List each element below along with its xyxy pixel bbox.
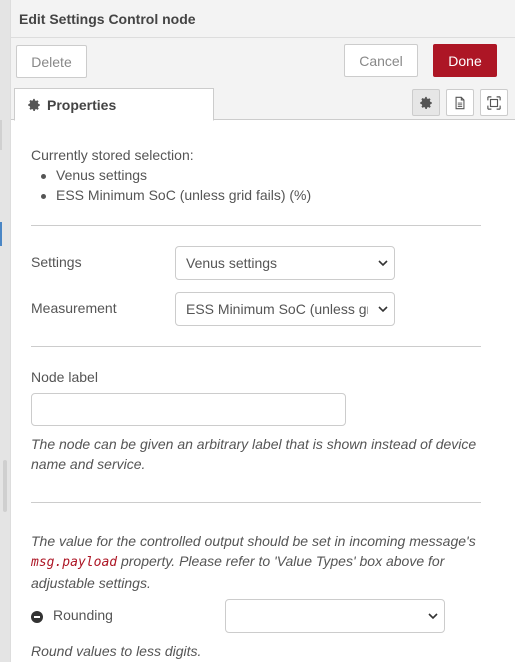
msg-payload-code: msg.payload <box>31 555 118 570</box>
gear-icon <box>420 96 432 109</box>
chevron-down-icon <box>428 613 438 620</box>
gear-icon <box>28 98 40 111</box>
settings-label: Settings <box>31 254 82 270</box>
tab-bar: Properties <box>11 86 515 121</box>
properties-tab-button[interactable] <box>412 89 440 116</box>
measurement-select[interactable]: ESS Minimum SoC (unless grid fails) (%) <box>175 292 395 326</box>
document-icon <box>455 96 465 109</box>
dialog-toolbar: Delete Cancel Done <box>11 38 515 86</box>
cancel-button[interactable]: Cancel <box>344 44 418 77</box>
delete-button[interactable]: Delete <box>16 45 87 78</box>
dialog-header: Edit Settings Control node <box>11 0 515 38</box>
collapse-minus-icon[interactable] <box>31 611 43 623</box>
rounding-help: Round values to less digits. <box>31 643 202 659</box>
properties-content: Currently stored selection: Venus settin… <box>11 121 515 662</box>
editor-tray: Edit Settings Control node Delete Cancel… <box>0 0 515 662</box>
done-button[interactable]: Done <box>433 44 497 77</box>
settings-select-value: Venus settings <box>186 255 278 271</box>
stored-selection-item: ESS Minimum SoC (unless grid fails) (%) <box>40 187 312 203</box>
divider <box>31 346 481 347</box>
value-info-part1: The value for the controlled output shou… <box>31 533 476 549</box>
settings-select[interactable]: Venus settings <box>175 246 395 280</box>
workspace-mark <box>0 222 2 246</box>
measurement-select-value: ESS Minimum SoC (unless grid fails) (%) <box>186 301 368 317</box>
workspace-edge <box>0 0 10 662</box>
node-label-help: The node can be given an arbitrary label… <box>31 436 477 472</box>
edit-dialog: Edit Settings Control node Delete Cancel… <box>10 0 515 662</box>
measurement-label: Measurement <box>31 300 117 316</box>
dialog-title: Edit Settings Control node <box>19 11 196 27</box>
tab-properties[interactable]: Properties <box>14 88 214 121</box>
resize-handle[interactable] <box>3 460 7 512</box>
node-label-label: Node label <box>31 369 98 385</box>
divider <box>31 225 481 226</box>
workspace-mark <box>0 120 2 150</box>
node-label-input[interactable] <box>31 393 346 426</box>
chevron-down-icon <box>378 306 388 313</box>
appearance-tab-button[interactable] <box>480 89 508 116</box>
chevron-down-icon <box>378 260 388 267</box>
stored-selection-heading: Currently stored selection: <box>31 147 194 163</box>
description-tab-button[interactable] <box>446 89 474 116</box>
divider <box>31 502 481 503</box>
appearance-icon <box>487 95 501 110</box>
rounding-select[interactable] <box>225 599 445 633</box>
value-info-text: The value for the controlled output shou… <box>31 531 496 593</box>
tab-label: Properties <box>47 96 117 113</box>
stored-selection-item: Venus settings <box>40 167 148 183</box>
rounding-label: Rounding <box>53 607 113 623</box>
